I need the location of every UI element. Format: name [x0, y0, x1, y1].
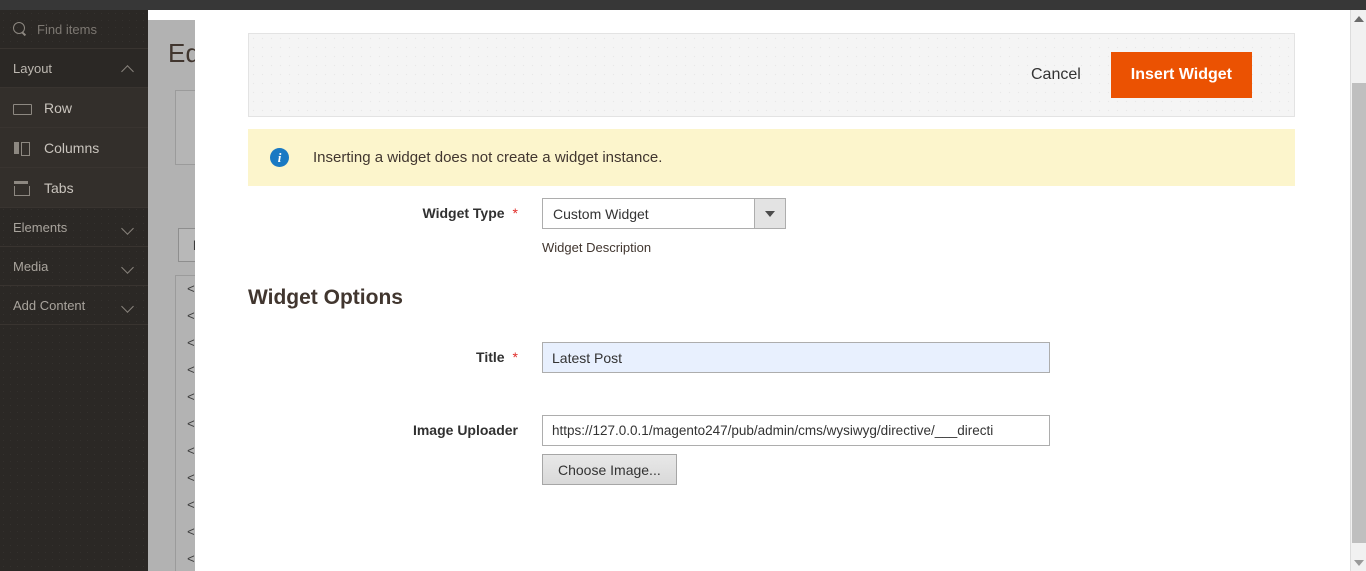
title-input[interactable] [542, 342, 1050, 373]
scroll-down-glyph [1354, 559, 1364, 566]
title-row: Title * [248, 342, 1248, 373]
widget-type-select-arrow[interactable] [754, 199, 785, 228]
background-code-line: < [187, 309, 195, 324]
columns-icon [13, 140, 31, 156]
background-code-line: < [187, 363, 195, 378]
scrollbar-thumb[interactable] [1352, 83, 1366, 543]
top-browser-bar [0, 0, 1366, 10]
sidebar-item-columns-label: Columns [44, 139, 100, 156]
sidebar-section-add-content[interactable]: Add Content [0, 286, 148, 325]
background-code-line: < [187, 390, 195, 405]
chevron-down-icon [765, 210, 775, 217]
background-code-line: < [187, 417, 195, 432]
background-code-line: < [187, 552, 195, 567]
sidebar-item-row-label: Row [44, 99, 73, 116]
sidebar-search-placeholder: Find items [37, 21, 97, 37]
image-uploader-input[interactable] [542, 415, 1050, 446]
widget-type-description: Widget Description [542, 240, 652, 255]
background-code-line: < [187, 282, 195, 297]
widget-type-row: Widget Type * Custom Widget Widget Descr… [248, 198, 1248, 255]
widget-type-select[interactable]: Custom Widget [542, 198, 786, 229]
info-icon: i [270, 148, 289, 167]
search-icon [13, 21, 28, 37]
sidebar-item-columns[interactable]: Columns [0, 128, 148, 168]
modal-header-actions: Cancel Insert Widget [248, 33, 1295, 117]
chevron-down-icon [122, 299, 135, 312]
background-code-line: < [187, 444, 195, 459]
sidebar-section-elements[interactable]: Elements [0, 208, 148, 247]
background-code-line: < [187, 471, 195, 486]
cancel-button[interactable]: Cancel [1017, 58, 1095, 92]
scroll-down-arrow-icon[interactable] [1351, 554, 1366, 571]
chevron-down-icon [122, 221, 135, 234]
sidebar-search[interactable]: Find items [0, 10, 148, 49]
title-required-marker: * [512, 349, 518, 365]
sidebar-item-tabs[interactable]: Tabs [0, 168, 148, 208]
notice-message: i Inserting a widget does not create a w… [248, 129, 1295, 186]
chevron-up-icon [122, 62, 135, 75]
sidebar-section-media-label: Media [13, 258, 49, 274]
sidebar-section-add-content-label: Add Content [13, 297, 86, 313]
background-code-line: < [187, 525, 195, 540]
background-code-line: < [187, 498, 195, 513]
page-scrollbar[interactable] [1350, 10, 1366, 571]
sidebar-section-media[interactable]: Media [0, 247, 148, 286]
widget-type-required-marker: * [512, 205, 518, 221]
chevron-down-icon [122, 260, 135, 273]
sidebar-item-tabs-label: Tabs [44, 179, 74, 196]
widget-type-label: Widget Type [422, 205, 505, 221]
choose-image-button[interactable]: Choose Image... [542, 454, 677, 485]
sidebar-item-row[interactable]: Row [0, 88, 148, 128]
image-uploader-label: Image Uploader [412, 422, 518, 438]
row-icon [13, 100, 32, 116]
widget-type-select-value: Custom Widget [543, 199, 754, 228]
sidebar-section-elements-label: Elements [13, 219, 68, 235]
image-uploader-row: Image Uploader Choose Image... [248, 415, 1248, 485]
left-sidebar: Find items Layout Row Columns Tabs Eleme… [0, 10, 148, 571]
background-code-line: < [187, 336, 195, 351]
insert-widget-button[interactable]: Insert Widget [1110, 52, 1252, 98]
scroll-up-glyph [1354, 15, 1364, 22]
tabs-icon [13, 180, 31, 196]
notice-message-text: Inserting a widget does not create a wid… [313, 149, 663, 166]
scroll-up-arrow-icon[interactable] [1351, 10, 1366, 27]
insert-widget-modal: Cancel Insert Widget i Inserting a widge… [195, 10, 1340, 571]
title-label: Title [476, 349, 505, 365]
widget-options-heading: Widget Options [248, 286, 403, 309]
sidebar-section-layout[interactable]: Layout [0, 49, 148, 88]
app-root: Ed Ed <<<<<<<<<<< Find items Layout Row … [0, 0, 1366, 571]
sidebar-section-layout-label: Layout [13, 60, 53, 76]
